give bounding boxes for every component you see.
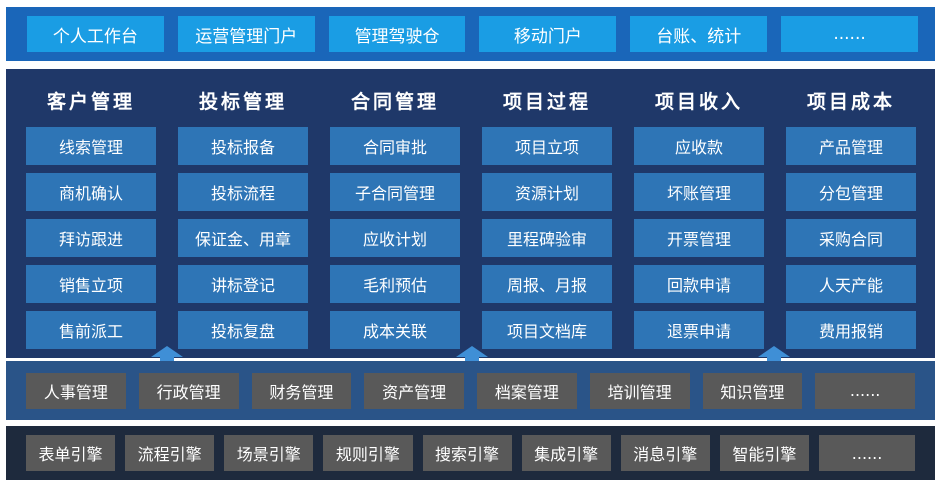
module-item[interactable]: 讲标登记 xyxy=(178,265,308,303)
module-item[interactable]: 投标复盘 xyxy=(178,311,308,349)
module-item[interactable]: 分包管理 xyxy=(786,173,916,211)
engine-item-form[interactable]: 表单引擎 xyxy=(26,435,116,471)
module-item[interactable]: 保证金、用章 xyxy=(178,219,308,257)
engine-item-integration[interactable]: 集成引擎 xyxy=(521,435,611,471)
engine-item-message[interactable]: 消息引擎 xyxy=(620,435,710,471)
support-layer: 人事管理 行政管理 财务管理 资产管理 档案管理 培训管理 知识管理 .....… xyxy=(6,361,935,420)
engine-item-intelligent[interactable]: 智能引擎 xyxy=(719,435,809,471)
module-item[interactable]: 项目立项 xyxy=(482,127,612,165)
module-item[interactable]: 销售立项 xyxy=(26,265,156,303)
module-item[interactable]: 人天产能 xyxy=(786,265,916,303)
module-column-project-cost: 项目成本 产品管理 分包管理 采购合同 人天产能 费用报销 xyxy=(786,81,916,349)
support-item-more[interactable]: ...... xyxy=(815,372,915,409)
engine-item-search[interactable]: 搜索引擎 xyxy=(422,435,512,471)
module-item[interactable]: 合同审批 xyxy=(330,127,460,165)
support-item-archive[interactable]: 档案管理 xyxy=(477,372,577,409)
module-item[interactable]: 应收计划 xyxy=(330,219,460,257)
module-item[interactable]: 商机确认 xyxy=(26,173,156,211)
module-item[interactable]: 线索管理 xyxy=(26,127,156,165)
module-column-bidding: 投标管理 投标报备 投标流程 保证金、用章 讲标登记 投标复盘 xyxy=(178,81,308,349)
module-item[interactable]: 坏账管理 xyxy=(634,173,764,211)
support-item-knowledge[interactable]: 知识管理 xyxy=(702,372,803,409)
engine-layer: 表单引擎 流程引擎 场景引擎 规则引擎 搜索引擎 集成引擎 消息引擎 智能引擎 … xyxy=(6,426,935,480)
engine-item-more[interactable]: ...... xyxy=(819,435,916,471)
module-item[interactable]: 周报、月报 xyxy=(482,265,612,303)
module-item[interactable]: 里程碑验审 xyxy=(482,219,612,257)
support-item-training[interactable]: 培训管理 xyxy=(589,372,690,409)
portal-item-more[interactable]: ...... xyxy=(781,16,918,52)
module-column-project-income: 项目收入 应收款 坏账管理 开票管理 回款申请 退票申请 xyxy=(634,81,764,349)
portal-item-ledger[interactable]: 台账、统计 xyxy=(630,16,768,52)
engine-item-rule[interactable]: 规则引擎 xyxy=(323,435,413,471)
module-column-contract: 合同管理 合同审批 子合同管理 应收计划 毛利预估 成本关联 xyxy=(330,81,460,349)
module-item[interactable]: 应收款 xyxy=(634,127,764,165)
business-modules-panel: 客户管理 线索管理 商机确认 拜访跟进 销售立项 售前派工 投标管理 投标报备 … xyxy=(6,69,935,358)
module-item[interactable]: 投标报备 xyxy=(178,127,308,165)
support-item-hr[interactable]: 人事管理 xyxy=(26,372,126,409)
portal-item-mobile[interactable]: 移动门户 xyxy=(479,16,617,52)
support-item-finance[interactable]: 财务管理 xyxy=(251,372,352,409)
module-title: 客户管理 xyxy=(46,90,135,113)
module-title: 项目收入 xyxy=(654,90,743,113)
portal-item-cockpit[interactable]: 管理驾驶仓 xyxy=(328,16,466,52)
module-column-project-process: 项目过程 项目立项 资源计划 里程碑验审 周报、月报 项目文档库 xyxy=(482,81,612,349)
module-title: 项目成本 xyxy=(806,90,895,113)
support-item-admin[interactable]: 行政管理 xyxy=(138,372,239,409)
module-item[interactable]: 开票管理 xyxy=(634,219,764,257)
portal-item-workbench[interactable]: 个人工作台 xyxy=(27,16,164,52)
module-item[interactable]: 拜访跟进 xyxy=(26,219,156,257)
module-item[interactable]: 成本关联 xyxy=(330,311,460,349)
module-item[interactable]: 投标流程 xyxy=(178,173,308,211)
module-item[interactable]: 毛利预估 xyxy=(330,265,460,303)
module-item[interactable]: 项目文档库 xyxy=(482,311,612,349)
module-item[interactable]: 费用报销 xyxy=(786,311,916,349)
module-title: 投标管理 xyxy=(198,90,287,113)
engine-item-scene[interactable]: 场景引擎 xyxy=(224,435,314,471)
module-item[interactable]: 采购合同 xyxy=(786,219,916,257)
module-item[interactable]: 回款申请 xyxy=(634,265,764,303)
portal-item-operations[interactable]: 运营管理门户 xyxy=(177,16,315,52)
module-item[interactable]: 退票申请 xyxy=(634,311,764,349)
module-title: 项目过程 xyxy=(502,90,591,113)
module-item[interactable]: 子合同管理 xyxy=(330,173,460,211)
portal-layer: 个人工作台 运营管理门户 管理驾驶仓 移动门户 台账、统计 ...... xyxy=(6,7,935,61)
engine-item-workflow[interactable]: 流程引擎 xyxy=(125,435,215,471)
support-item-assets[interactable]: 资产管理 xyxy=(364,372,464,409)
module-item[interactable]: 售前派工 xyxy=(26,311,156,349)
module-item[interactable]: 资源计划 xyxy=(482,173,612,211)
module-column-customer: 客户管理 线索管理 商机确认 拜访跟进 销售立项 售前派工 xyxy=(26,81,156,349)
module-title: 合同管理 xyxy=(350,90,439,113)
module-item[interactable]: 产品管理 xyxy=(786,127,916,165)
